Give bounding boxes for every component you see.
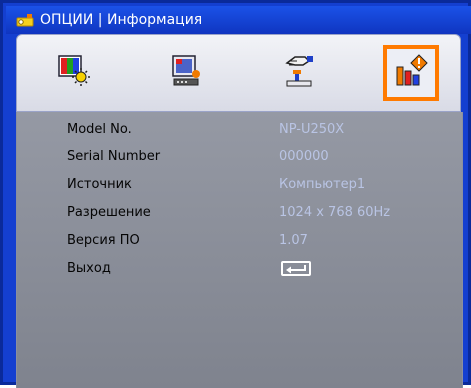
row-resolution: Разрешение 1024 x 768 60Hz <box>17 203 462 225</box>
tab-image-settings[interactable] <box>47 45 103 101</box>
model-value: NP-U250X <box>279 122 345 137</box>
info-bar-chart-icon <box>393 53 429 93</box>
tab-bar <box>16 34 461 112</box>
info-panel: Model No. NP-U250X Serial Number 000000 … <box>16 112 463 388</box>
source-value: Компьютер1 <box>279 177 366 192</box>
row-firmware: Версия ПО 1.07 <box>17 231 462 253</box>
serial-value: 000000 <box>279 149 329 164</box>
osd-window: ОПЦИИ | Информация Model No. NP-U250X Se… <box>0 0 471 388</box>
row-model: Model No. NP-U250X <box>17 120 462 142</box>
resolution-value: 1024 x 768 60Hz <box>279 205 391 220</box>
exit-label: Выход <box>67 261 111 276</box>
hand-setup-icon <box>281 53 317 93</box>
color-image-icon <box>57 53 93 93</box>
projector-icon <box>16 12 34 28</box>
resolution-label: Разрешение <box>67 205 151 220</box>
enter-return-icon[interactable] <box>281 261 311 276</box>
row-exit[interactable]: Выход <box>17 259 462 281</box>
page-title: ОПЦИИ | Информация <box>40 12 203 28</box>
firmware-label: Версия ПО <box>67 233 140 248</box>
title-bar: ОПЦИИ | Информация <box>6 6 471 34</box>
tab-setup[interactable] <box>271 45 327 101</box>
model-label: Model No. <box>67 122 132 137</box>
tab-display[interactable] <box>159 45 215 101</box>
source-label: Источник <box>67 177 132 192</box>
tab-options[interactable] <box>383 45 439 101</box>
row-serial: Serial Number 000000 <box>17 147 462 169</box>
screen-display-icon <box>169 53 205 93</box>
firmware-value: 1.07 <box>279 233 308 248</box>
row-source: Источник Компьютер1 <box>17 175 462 197</box>
serial-label: Serial Number <box>67 149 161 164</box>
